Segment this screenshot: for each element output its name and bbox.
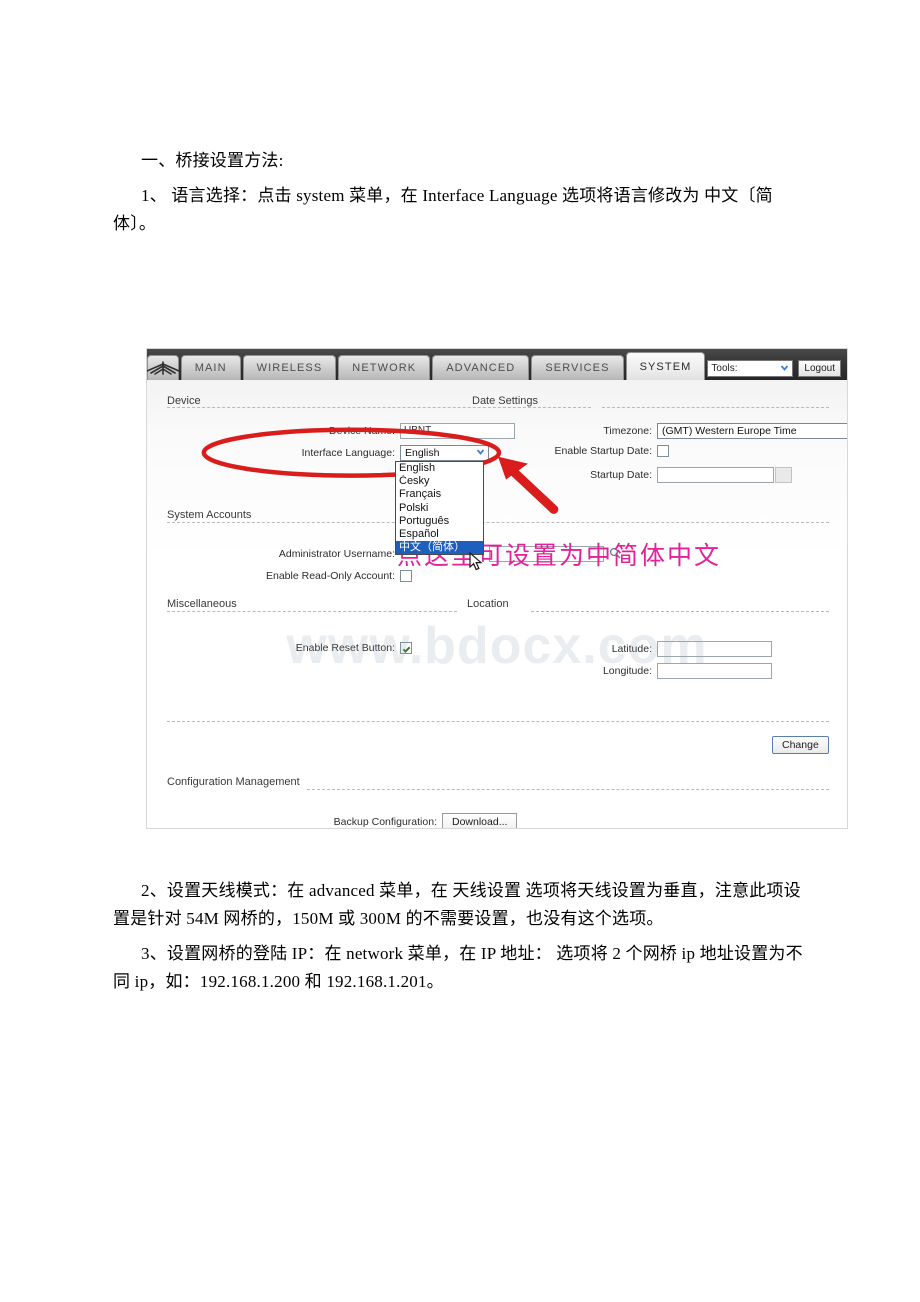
navbar-right-controls: Tools: Logout xyxy=(707,360,847,380)
startup-date-label: Startup Date: xyxy=(590,469,652,481)
enable-readonly-account-label: Enable Read-Only Account: xyxy=(266,570,395,582)
language-option-portugues[interactable]: Português xyxy=(396,515,483,528)
timezone-field-row: Timezone: (GMT) Western Europe Time xyxy=(477,423,847,439)
tools-dropdown-label: Tools: xyxy=(711,363,738,374)
enable-reset-button-checkbox[interactable] xyxy=(400,642,412,654)
tab-system[interactable]: SYSTEM xyxy=(625,352,706,380)
interface-language-dropdown-list[interactable]: English Česky Français Polski Português … xyxy=(395,461,484,556)
pointer-arrow-icon xyxy=(497,456,559,514)
longitude-label: Longitude: xyxy=(602,665,652,677)
section-device-title: Device xyxy=(167,395,201,407)
longitude-field-row: Longitude: xyxy=(477,663,772,679)
longitude-input[interactable] xyxy=(657,663,772,679)
change-button[interactable]: Change xyxy=(772,736,829,754)
language-option-polski[interactable]: Polski xyxy=(396,502,483,515)
device-name-label: Device Name: xyxy=(329,425,395,437)
logout-button[interactable]: Logout xyxy=(798,360,841,377)
section-configuration-management-title: Configuration Management xyxy=(167,776,300,788)
latitude-field-row: Latitude: xyxy=(477,641,772,657)
enable-startup-date-checkbox[interactable] xyxy=(657,445,669,457)
administrator-username-label: Administrator Username: xyxy=(278,548,395,560)
section-miscellaneous-title: Miscellaneous xyxy=(167,598,237,610)
ubiquiti-logo-svg xyxy=(147,361,180,375)
system-accounts-divider xyxy=(167,522,829,523)
interface-language-select[interactable]: English xyxy=(400,445,489,461)
configuration-management-divider xyxy=(307,789,829,790)
calendar-icon[interactable] xyxy=(775,467,792,483)
interface-language-value: English xyxy=(405,447,440,459)
enable-readonly-account-field-row: Enable Read-Only Account: xyxy=(167,570,412,582)
step-1-paragraph: 1、 语言选择：点击 system 菜单，在 Interface Languag… xyxy=(113,186,773,233)
tools-dropdown[interactable]: Tools: xyxy=(707,360,794,377)
section-system-accounts-title: System Accounts xyxy=(167,509,252,521)
ubiquiti-logo-icon[interactable] xyxy=(147,355,180,380)
tab-services[interactable]: SERVICES xyxy=(531,355,624,380)
location-divider xyxy=(531,611,829,612)
tab-wireless[interactable]: WIRELESS xyxy=(242,355,337,380)
interface-language-label: Interface Language: xyxy=(301,447,395,459)
date-settings-divider xyxy=(602,407,829,408)
latitude-input[interactable] xyxy=(657,641,772,657)
interface-language-field-row: Interface Language: English xyxy=(167,445,489,461)
section-heading: 一、桥接设置方法: xyxy=(141,151,284,170)
backup-configuration-field-row: Backup Configuration: Download... xyxy=(167,813,518,828)
language-option-francais[interactable]: Français xyxy=(396,488,483,501)
latitude-label: Latitude: xyxy=(611,643,652,655)
step-2-paragraph: 2、设置天线模式：在 advanced 菜单，在 天线设置 选项将天线设置为垂直… xyxy=(113,881,801,928)
device-name-field-row: Device Name: UBNT xyxy=(167,423,515,439)
embedded-router-screenshot: MAIN WIRELESS NETWORK ADVANCED SERVICES … xyxy=(146,348,848,829)
section-date-settings-title: Date Settings xyxy=(472,395,539,407)
timezone-label: Timezone: xyxy=(603,425,652,437)
chevron-down-icon xyxy=(779,362,790,376)
enable-startup-date-label: Enable Startup Date: xyxy=(554,445,652,457)
system-page-body: www.bdocx.com Device Device Name: UBNT I… xyxy=(147,380,847,828)
language-option-cesky[interactable]: Česky xyxy=(396,475,483,488)
startup-date-field-row: Startup Date: xyxy=(477,467,792,483)
device-divider xyxy=(167,407,591,408)
miscellaneous-divider xyxy=(167,611,457,612)
enable-reset-button-label: Enable Reset Button: xyxy=(295,642,395,654)
language-option-espanol[interactable]: Español xyxy=(396,528,483,541)
mouse-cursor-icon xyxy=(469,551,485,577)
enable-startup-date-field-row: Enable Startup Date: xyxy=(477,445,669,457)
tab-advanced[interactable]: ADVANCED xyxy=(432,355,530,380)
tab-main[interactable]: MAIN xyxy=(180,355,241,380)
enable-reset-button-field-row: Enable Reset Button: xyxy=(167,642,412,654)
startup-date-input[interactable] xyxy=(657,467,774,483)
backup-configuration-label: Backup Configuration: xyxy=(333,816,437,828)
download-button[interactable]: Download... xyxy=(442,813,518,828)
section-location-title: Location xyxy=(467,598,509,610)
language-option-english[interactable]: English xyxy=(396,462,483,475)
airos-navbar: MAIN WIRELESS NETWORK ADVANCED SERVICES … xyxy=(147,349,847,380)
tab-network[interactable]: NETWORK xyxy=(338,355,431,380)
timezone-value: (GMT) Western Europe Time xyxy=(662,425,797,437)
change-section-divider xyxy=(167,721,829,722)
timezone-select[interactable]: (GMT) Western Europe Time xyxy=(657,423,847,439)
step-3-paragraph: 3、设置网桥的登陆 IP：在 network 菜单，在 IP 地址： 选项将 2… xyxy=(113,944,803,991)
